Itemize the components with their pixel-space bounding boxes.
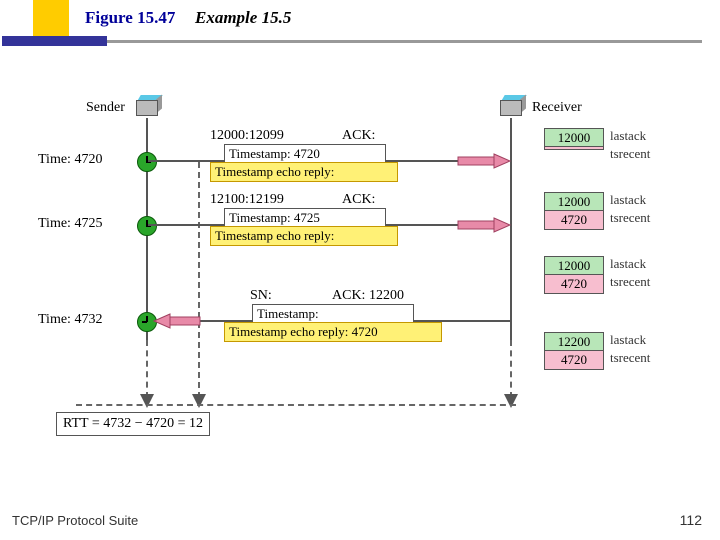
tsrecent-label: tsrecent xyxy=(610,210,650,226)
pkt2-seq: 12100:12199 xyxy=(210,192,284,208)
tsrecent-label: tsrecent xyxy=(610,146,650,162)
page-number: 112 xyxy=(680,512,702,528)
receiver-timeline-dash xyxy=(510,340,512,398)
receiver-icon xyxy=(500,100,522,114)
state3-lastack: 12000 xyxy=(544,256,604,276)
receiver-label: Receiver xyxy=(532,100,582,116)
arrow-right-icon xyxy=(458,154,478,168)
time-label-2: Time: 4725 xyxy=(38,216,102,232)
pkt2-ack-label: ACK: xyxy=(342,192,375,208)
sender-timeline-dash xyxy=(146,340,148,398)
clock-icon xyxy=(137,216,157,236)
time-label-3: Time: 4732 xyxy=(38,312,102,328)
tsrecent-label: tsrecent xyxy=(610,274,650,290)
footer-source: TCP/IP Protocol Suite xyxy=(12,513,138,528)
lastack-label: lastack xyxy=(610,332,646,348)
pkt1-echo: Timestamp echo reply: xyxy=(210,162,398,182)
pkt2-echo: Timestamp echo reply: xyxy=(210,226,398,246)
pkt2-ts: Timestamp: 4725 xyxy=(224,208,386,228)
time-label-1: Time: 4720 xyxy=(38,152,102,168)
arrow-right-icon xyxy=(458,218,478,232)
state2-tsrecent: 4720 xyxy=(544,210,604,230)
sender-icon xyxy=(136,100,158,114)
clock-icon xyxy=(137,152,157,172)
state1-tsrecent xyxy=(544,146,604,150)
receiver-timeline xyxy=(510,118,512,340)
state2-lastack: 12000 xyxy=(544,192,604,212)
state4-lastack: 12200 xyxy=(544,332,604,352)
rtt-result: RTT = 4732 − 4720 = 12 xyxy=(56,412,210,436)
figure-title: Example 15.5 xyxy=(195,8,291,28)
accent-square-white xyxy=(33,46,69,82)
lastack-label: lastack xyxy=(610,192,646,208)
state1-lastack: 12000 xyxy=(544,128,604,148)
pkt1-ts: Timestamp: 4720 xyxy=(224,144,386,164)
pkt3-echo: Timestamp echo reply: 4720 xyxy=(224,322,442,342)
pkt3-sn: SN: xyxy=(250,288,272,304)
header-rule xyxy=(107,40,702,43)
pkt3-ack: ACK: 12200 xyxy=(332,288,404,304)
tsrecent-label: tsrecent xyxy=(610,350,650,366)
accent-bar xyxy=(2,36,107,46)
state4-tsrecent: 4720 xyxy=(544,350,604,370)
pkt1-seq: 12000:12099 xyxy=(210,128,284,144)
pkt3-ts: Timestamp: xyxy=(252,304,414,324)
pkt1-ack-label: ACK: xyxy=(342,128,375,144)
lastack-label: lastack xyxy=(610,128,646,144)
state3-tsrecent: 4720 xyxy=(544,274,604,294)
lastack-label: lastack xyxy=(610,256,646,272)
arrow-left-icon xyxy=(154,314,174,328)
sender-label: Sender xyxy=(86,100,125,116)
figure-number: Figure 15.47 xyxy=(85,8,175,28)
diagram: Sender Receiver Time: 4720 Time: 4725 Ti… xyxy=(38,100,690,440)
dash-ref-line xyxy=(198,162,200,398)
accent-square-yellow xyxy=(33,0,69,36)
baseline-dash xyxy=(76,404,516,406)
